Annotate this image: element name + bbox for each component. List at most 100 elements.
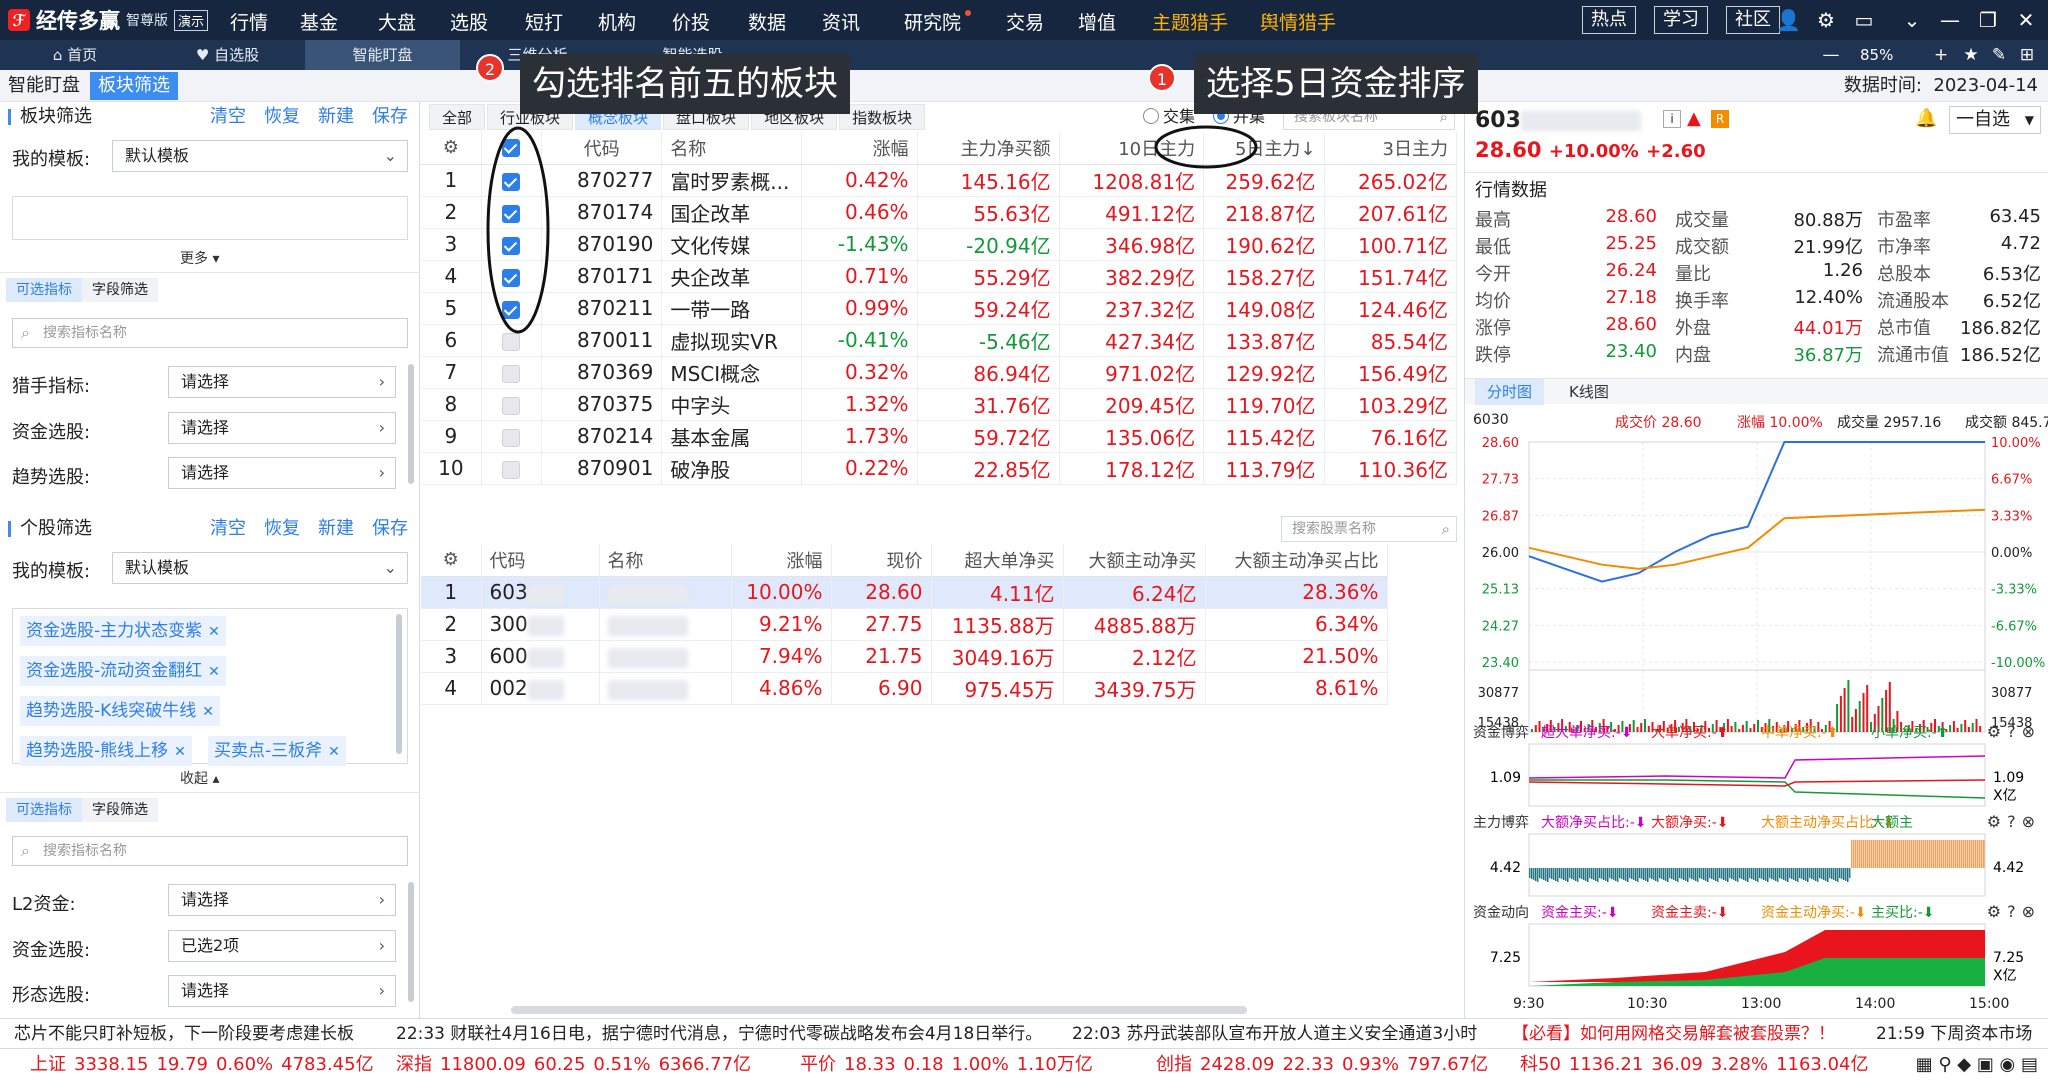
checkbox-checked[interactable] <box>502 300 521 319</box>
indicator-settings-icon[interactable]: ⚙?⊗ <box>1987 722 2041 741</box>
menu-item[interactable]: 舆情猎手 <box>1260 8 1336 35</box>
stock-scrollbar[interactable] <box>408 882 414 1002</box>
table-row[interactable]: 2 300 9.21% 27.75 1135.88万 4885.88万 6.34% <box>421 608 1388 641</box>
community-button[interactable]: 社区 <box>1726 6 1780 34</box>
user-icon[interactable]: 👤 <box>1776 8 1801 32</box>
chevron-down-icon[interactable]: ⌄ <box>1900 8 1924 32</box>
subtab-smart-monitor[interactable]: 智能盯盘 <box>0 72 88 100</box>
index-item[interactable]: 平价 18.33 0.18 1.00% 1.10万亿 <box>800 1049 1101 1080</box>
column-settings-icon[interactable]: ⚙ <box>421 544 482 577</box>
select-all-checkbox[interactable] <box>502 139 521 158</box>
minimize-icon[interactable]: — <box>1938 8 1962 32</box>
zoom-out-icon[interactable]: — <box>1820 44 1842 66</box>
pattern-picker-select[interactable]: 请选择 › <box>168 975 396 1007</box>
table-row[interactable]: 9 870214 基本金属 1.73% 59.72亿 135.06亿 115.42亿 76.1… <box>421 420 1458 453</box>
filter-tab-all[interactable]: 全部 <box>429 104 486 130</box>
stock-col-header[interactable]: 代码 <box>481 544 600 577</box>
close-icon[interactable]: ✕ <box>202 704 214 720</box>
sector-optional-index-tab[interactable]: 可选指标 <box>6 278 82 302</box>
sector-col-header[interactable]: 3日主力 <box>1324 132 1458 165</box>
stock-col-header[interactable]: 现价 <box>831 544 932 577</box>
sector-restore-button[interactable]: 恢复 <box>264 106 300 127</box>
table-row[interactable]: 7 870369 MSCI概念 0.32% 86.94亿 971.02亿 129.92亿 15… <box>421 356 1458 389</box>
checkbox-checked[interactable] <box>502 268 521 287</box>
indicator-settings-icon[interactable]: ⚙?⊗ <box>1987 812 2041 831</box>
sector-col-header[interactable]: 代码 <box>541 132 663 165</box>
table-row[interactable]: 6 870011 虚拟现实VR -0.41% -5.46亿 427.34亿 133.87亿 8… <box>421 324 1458 357</box>
indicator-chart[interactable]: 7.25 7.25 X亿 <box>1465 922 2048 988</box>
stock-field-filter-tab[interactable]: 字段筛选 <box>82 798 158 822</box>
close-icon[interactable]: ✕ <box>208 624 220 640</box>
menu-item[interactable]: 选股 <box>450 8 488 35</box>
checkbox-checked[interactable] <box>502 236 521 255</box>
stock-col-header[interactable]: 大额主动净买占比 <box>1205 544 1388 577</box>
menu-item[interactable]: 机构 <box>598 8 636 35</box>
sector-new-button[interactable]: 新建 <box>318 106 354 127</box>
learn-button[interactable]: 学习 <box>1654 6 1708 34</box>
table-row[interactable]: 4 870171 央企改革 0.71% 55.29亿 382.29亿 158.27亿 151.… <box>421 260 1458 293</box>
subtab-sector-filter[interactable]: 板块筛选 <box>90 72 178 100</box>
tab-intraday[interactable]: 分时图 <box>1475 379 1545 405</box>
table-row[interactable]: 5 870211 一带一路 0.99% 59.24亿 237.32亿 149.08亿 124.… <box>421 292 1458 325</box>
horizontal-scrollbar[interactable] <box>511 1006 1247 1014</box>
gear-icon[interactable]: ⚙ <box>1814 8 1838 32</box>
checkbox-checked[interactable] <box>502 172 521 191</box>
indicator-chart[interactable]: 4.42 4.42 <box>1465 832 2048 898</box>
tab-kline[interactable]: K线图 <box>1557 379 1621 405</box>
table-row[interactable]: 2 870174 国企改革 0.46% 55.63亿 491.12亿 218.87亿 207.… <box>421 196 1458 229</box>
menu-item[interactable]: 交易 <box>1006 8 1044 35</box>
close-icon[interactable]: ✕ <box>174 744 186 760</box>
stock-index-search-input[interactable]: ⌕ 搜索指标名称 <box>12 836 408 866</box>
grid-icon[interactable]: ⊞ <box>2016 44 2038 66</box>
checkbox-checked[interactable] <box>502 204 521 223</box>
star-icon[interactable]: ★ <box>1960 44 1982 66</box>
checkbox-disabled[interactable] <box>502 396 521 415</box>
sector-col-header[interactable]: 5日主力↓ <box>1203 132 1325 165</box>
sector-col-header[interactable]: 主力净买额 <box>917 132 1060 165</box>
checkbox-disabled[interactable] <box>502 332 521 351</box>
menu-item[interactable]: 大盘 <box>378 8 416 35</box>
sector-col-header[interactable]: 10日主力 <box>1059 132 1205 165</box>
tab-smart-monitor[interactable]: 智能盯盘 <box>305 40 460 70</box>
sector-col-header[interactable]: 涨幅 <box>801 132 918 165</box>
index-item[interactable]: 深指 11800.09 60.25 0.51% 6366.77亿 <box>396 1049 759 1080</box>
info-icon[interactable]: i <box>1663 110 1681 128</box>
stock-save-button[interactable]: 保存 <box>372 518 408 539</box>
index-item[interactable]: 科50 1136.21 36.09 3.28% 1163.04亿 <box>1520 1049 1877 1080</box>
menu-item[interactable]: 增值 <box>1078 8 1116 35</box>
stock-optional-index-tab[interactable]: 可选指标 <box>6 798 82 822</box>
menu-item[interactable]: 行情 <box>230 8 268 35</box>
zoom-in-icon[interactable]: + <box>1930 44 1952 66</box>
menu-item[interactable]: 价投 <box>672 8 710 35</box>
stock-new-button[interactable]: 新建 <box>318 518 354 539</box>
chip-filter[interactable]: 趋势选股-K线突破牛线 ✕ <box>20 696 221 726</box>
chip-filter[interactable]: 资金选股-主力状态变紫 ✕ <box>20 616 226 646</box>
tab-watchlist[interactable]: ♥ 自选股 <box>150 40 305 70</box>
sector-clear-button[interactable]: 清空 <box>210 106 246 127</box>
menu-item[interactable]: 基金 <box>300 8 338 35</box>
add-watchlist-button[interactable]: 一自选 ▼ <box>1949 106 2041 134</box>
sector-scrollbar[interactable] <box>408 364 414 484</box>
column-settings-icon[interactable]: ⚙ <box>421 132 482 165</box>
menu-item[interactable]: 资讯 <box>822 8 860 35</box>
hot-button[interactable]: 热点 <box>1582 6 1636 34</box>
stock-col-header[interactable]: 超大单净买 <box>931 544 1064 577</box>
menu-item[interactable]: 主题猎手 <box>1152 8 1228 35</box>
chip-scrollbar[interactable] <box>396 614 402 754</box>
intersection-radio[interactable]: 交集 <box>1143 108 1195 126</box>
menu-item[interactable]: 研究院 <box>904 8 972 35</box>
indicator-chart[interactable]: 1.09 1.09 X亿 <box>1465 742 2048 808</box>
index-item[interactable]: 创指 2428.09 22.33 0.93% 797.67亿 <box>1156 1049 1496 1080</box>
table-row[interactable]: 3 870190 文化传媒 -1.43% -20.94亿 346.98亿 190.62亿 10… <box>421 228 1458 261</box>
close-icon[interactable]: ✕ <box>328 744 340 760</box>
filter-tab-index[interactable]: 指数板块 <box>839 104 926 130</box>
l2-fund-select[interactable]: 请选择 › <box>168 884 396 916</box>
chip-filter[interactable]: 资金选股-流动资金翻红 ✕ <box>20 656 226 686</box>
edit-icon[interactable]: ✎ <box>1988 44 2010 66</box>
bell-icon[interactable]: 🔔 <box>1915 108 1937 129</box>
close-icon[interactable]: ✕ <box>208 664 220 680</box>
news-item[interactable]: 22:03 苏丹武装部队宣布开放人道主义安全通道3小时 <box>1072 1019 1477 1049</box>
fund-picker-select[interactable]: 请选择 › <box>168 412 396 444</box>
stock-restore-button[interactable]: 恢复 <box>264 518 300 539</box>
checkbox-disabled[interactable] <box>502 428 521 447</box>
